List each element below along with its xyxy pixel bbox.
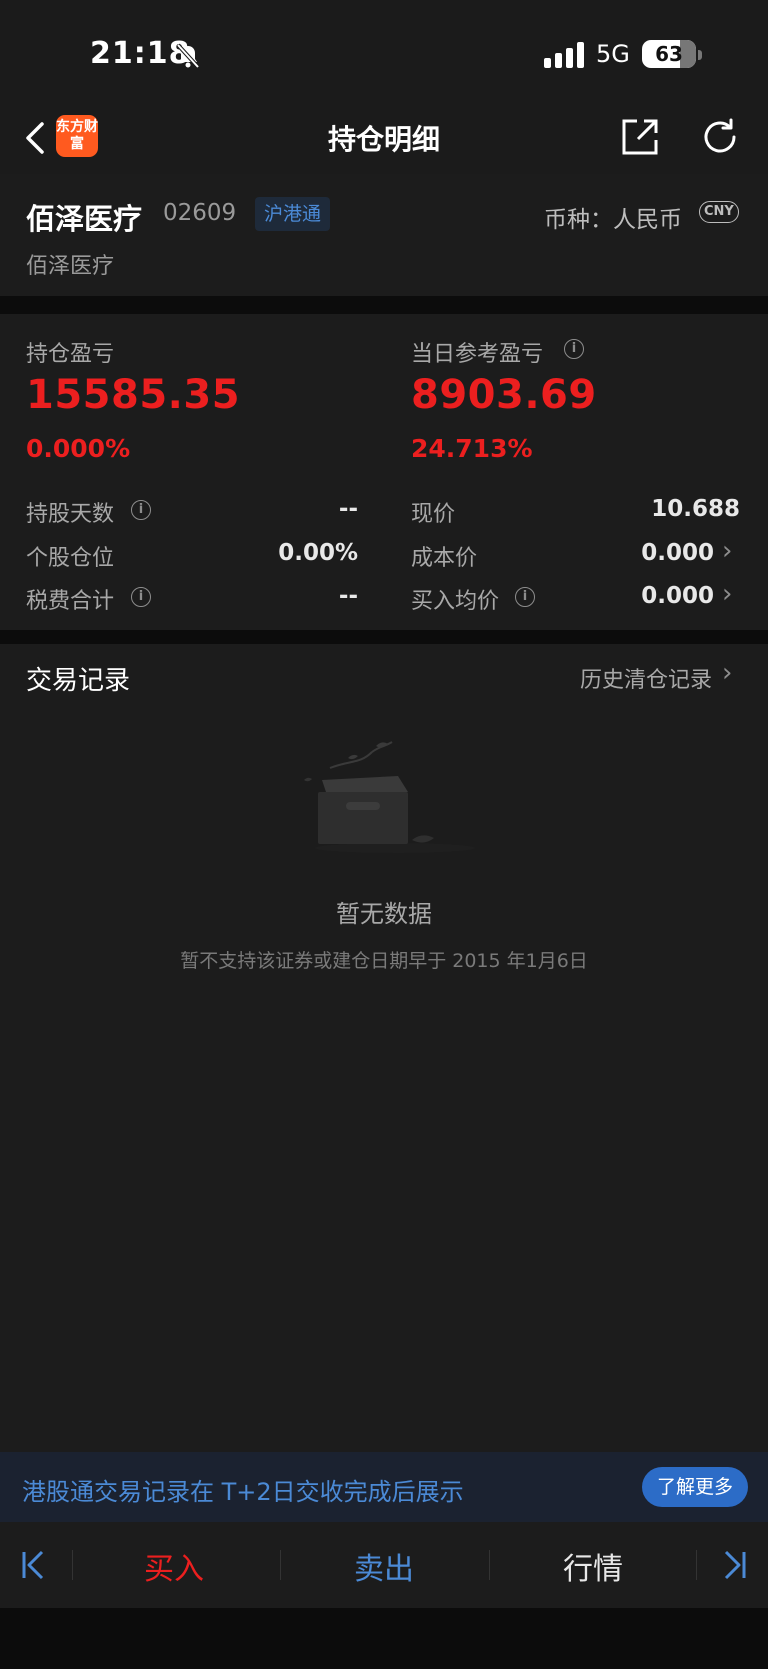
buy-button[interactable]: 买入 xyxy=(104,1544,244,1588)
network-type: 5G xyxy=(596,40,630,68)
empty-box-icon xyxy=(304,741,475,853)
daily-pl-label: 当日参考盈亏 xyxy=(411,342,544,367)
currency-badge: CNY xyxy=(699,201,739,223)
cost-price-label[interactable]: 成本价 xyxy=(411,540,477,572)
battery-icon: 63 xyxy=(642,40,696,68)
position-pl-pct: 0.000% xyxy=(26,434,131,463)
learn-more-button[interactable]: 了解更多 xyxy=(642,1467,748,1507)
trade-records-title: 交易记录 xyxy=(26,666,131,696)
position-ratio-label: 个股仓位 xyxy=(26,546,115,571)
daily-pl-info-icon[interactable]: i xyxy=(564,339,584,359)
notice-text: 港股通交易记录在 T+2日交收完成后展示 xyxy=(22,1478,464,1506)
avg-buy-price-info-icon[interactable]: i xyxy=(515,587,535,607)
tax-fees-value: -- xyxy=(338,583,358,609)
battery-tip xyxy=(698,50,702,60)
section-divider xyxy=(0,630,768,644)
currency-label: 币种：人民币 xyxy=(544,207,682,233)
empty-state-description: 暂不支持该证券或建仓日期早于 2015 年1月6日 xyxy=(180,950,588,972)
position-pl-value: 15585.35 xyxy=(26,372,241,418)
daily-pl-pct: 24.713% xyxy=(411,434,533,463)
next-stock-icon[interactable] xyxy=(720,1548,748,1582)
quote-button[interactable]: 行情 xyxy=(523,1544,663,1588)
avg-buy-price-value[interactable]: 0.000 xyxy=(580,583,714,609)
tax-fees-info-icon[interactable]: i xyxy=(131,587,151,607)
sell-button[interactable]: 卖出 xyxy=(314,1544,454,1588)
battery-level: 63 xyxy=(655,42,683,66)
tab-separator xyxy=(280,1550,281,1580)
bell-off-icon xyxy=(176,43,200,69)
home-indicator-area xyxy=(0,1608,768,1669)
stock-code: 02609 xyxy=(163,200,237,226)
holding-days-value: -- xyxy=(338,496,358,522)
cellular-signal-icon xyxy=(544,42,584,68)
daily-pl-value: 8903.69 xyxy=(411,372,597,418)
market-tag: 沪港通 xyxy=(255,197,331,231)
tax-fees-label: 税费合计 xyxy=(26,589,115,614)
history-clear-link[interactable]: 历史清仓记录 xyxy=(580,662,712,694)
avg-buy-price-label[interactable]: 买入均价 xyxy=(411,583,499,615)
section-divider xyxy=(0,296,768,314)
holding-days-info-icon[interactable]: i xyxy=(131,500,151,520)
history-chevron-icon[interactable]: › xyxy=(722,658,732,688)
share-icon[interactable] xyxy=(620,117,660,157)
tab-separator xyxy=(489,1550,490,1580)
cost-price-chevron-icon[interactable]: › xyxy=(722,536,732,566)
empty-state-title: 暂无数据 xyxy=(336,900,432,928)
tab-separator xyxy=(72,1550,73,1580)
current-price-label: 现价 xyxy=(411,502,456,527)
refresh-icon[interactable] xyxy=(700,117,740,157)
stock-subtitle: 佰泽医疗 xyxy=(26,254,115,279)
position-ratio-value: 0.00% xyxy=(278,540,358,566)
avg-buy-price-chevron-icon[interactable]: › xyxy=(722,579,732,609)
current-price-value: 10.688 xyxy=(651,496,740,522)
cost-price-value[interactable]: 0.000 xyxy=(580,540,714,566)
previous-stock-icon[interactable] xyxy=(20,1548,48,1582)
stock-name: 佰泽医疗 xyxy=(26,202,143,236)
holding-days-label: 持股天数 xyxy=(26,502,115,527)
position-pl-label: 持仓盈亏 xyxy=(26,342,115,367)
tab-separator xyxy=(696,1550,697,1580)
